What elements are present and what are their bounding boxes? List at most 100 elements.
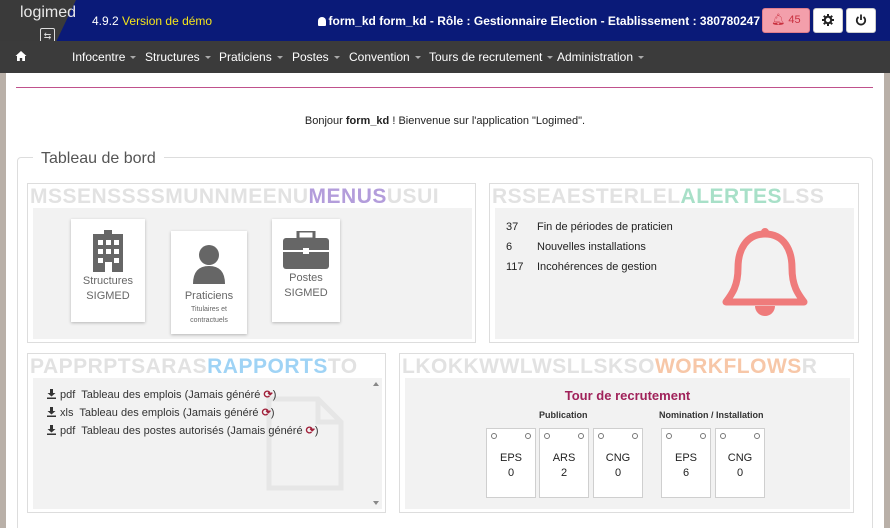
- tile-sublabel-2: contractuels: [190, 317, 228, 324]
- rapports-header: PAPPRPTSARASRAPPORTSTO: [30, 354, 384, 380]
- refresh-icon[interactable]: ⟳: [262, 407, 271, 419]
- workflow-card-label: EPS: [674, 452, 697, 464]
- menus-panel: MSSENSSSSMUNNMEENUMENUSUSUI Structures S…: [27, 183, 476, 343]
- tile-label: Postes: [289, 272, 323, 284]
- notifications-count: 45: [788, 14, 801, 26]
- rapport-label: Tableau des emplois: [81, 389, 182, 401]
- rapport-status: (Jamais généré: [182, 407, 259, 419]
- rapport-status-close: ): [314, 425, 319, 437]
- alert-row[interactable]: 6 Nouvelles installations: [506, 241, 646, 253]
- workflows-title: WORKFLOWS: [654, 355, 802, 378]
- status-dot-icon: [700, 433, 706, 439]
- logo-text: logimed: [20, 4, 77, 21]
- nav-item-label: Postes: [292, 50, 329, 64]
- welcome-message: Bonjour form_kd ! Bienvenue sur l'applic…: [0, 115, 890, 127]
- workflow-card-nomination-eps[interactable]: EPS 6: [661, 428, 711, 498]
- workflow-card-nomination-cng[interactable]: CNG 0: [715, 428, 765, 498]
- nav-item-label: Convention: [349, 50, 410, 64]
- rapport-status-close: ): [272, 389, 277, 401]
- nav-item-structures[interactable]: Structures: [145, 50, 211, 64]
- status-dot-icon: [632, 433, 638, 439]
- publication-label: Publication: [539, 410, 588, 420]
- building-icon: [93, 230, 123, 272]
- tile-sublabel: SIGMED: [86, 290, 130, 302]
- workflow-heading: Tour de recrutement: [564, 388, 691, 403]
- workflows-header: LKOKKWWLWSLLSKSOWORKFLOWSR: [402, 354, 852, 380]
- download-icon: [47, 425, 56, 435]
- dashboard-title: Tableau de bord: [33, 150, 164, 168]
- workflow-card-publication-eps[interactable]: EPS 0: [486, 428, 536, 498]
- alert-row[interactable]: 117 Incohérences de gestion: [506, 261, 657, 273]
- nav-item-praticiens[interactable]: Praticiens: [219, 50, 283, 64]
- rapports-bg-letters-after: TO: [327, 355, 358, 378]
- nav-item-postes[interactable]: Postes: [292, 50, 340, 64]
- workflow-card-publication-cng[interactable]: CNG 0: [593, 428, 643, 498]
- rapports-bg-letters: PAPPRPTSARAS: [30, 355, 208, 378]
- refresh-icon[interactable]: ⟳: [263, 389, 272, 401]
- caret-down-icon: [333, 56, 340, 60]
- rapport-row[interactable]: xls Tableau des emplois (Jamais généré ⟳…: [47, 406, 275, 419]
- alertes-title: ALERTES: [680, 185, 783, 208]
- nav-item-convention[interactable]: Convention: [349, 50, 421, 64]
- workflow-card-value: 6: [682, 467, 690, 479]
- rapport-row[interactable]: pdf Tableau des postes autorisés (Jamais…: [47, 424, 319, 437]
- alertes-bg-letters-after: LSS: [782, 185, 825, 208]
- rapports-scrollbar[interactable]: [371, 378, 381, 509]
- alert-label: Nouvelles installations: [537, 241, 646, 253]
- bell-icon: [722, 228, 808, 316]
- workflow-card-label: EPS: [499, 452, 522, 464]
- tile-sublabel: SIGMED: [284, 287, 328, 299]
- nomination-label: Nomination / Installation: [659, 410, 764, 420]
- refresh-icon[interactable]: ⟳: [306, 425, 315, 437]
- status-dot-icon: [578, 433, 584, 439]
- rapport-row[interactable]: pdf Tableau des emplois (Jamais généré ⟳…: [47, 388, 276, 401]
- workflows-bg-letters-after: R: [801, 355, 818, 378]
- caret-down-icon: [130, 56, 137, 60]
- workflow-card-value: 2: [560, 467, 568, 479]
- menus-title: MENUS: [308, 185, 387, 208]
- alert-count: 37: [506, 221, 519, 233]
- workflow-card-publication-ars[interactable]: ARS 2: [539, 428, 589, 498]
- settings-button[interactable]: [813, 8, 843, 33]
- status-dot-icon: [754, 433, 760, 439]
- caret-down-icon: [414, 56, 421, 60]
- top-header: logimed ⇆ 4.9.2 Version de démo form_kd …: [0, 0, 890, 48]
- rapports-panel: PAPPRPTSARASRAPPORTSTO pdf Tableau des e…: [27, 353, 386, 513]
- tile-label: Praticiens: [184, 290, 234, 302]
- notifications-button[interactable]: 🔔︎ 45: [762, 8, 810, 33]
- home-icon[interactable]: [15, 50, 27, 62]
- scroll-up-arrow-icon[interactable]: [373, 382, 379, 386]
- bell-icon: 🔔︎: [771, 14, 786, 26]
- logout-button[interactable]: [846, 8, 876, 33]
- download-icon: [47, 407, 56, 417]
- alert-row[interactable]: 37 Fin de périodes de praticien: [506, 221, 673, 233]
- menu-tile-praticiens[interactable]: Praticiens Titulaires et contractuels: [171, 231, 247, 334]
- alertes-header: RSSEAESTERLELALERTESLSS: [492, 184, 856, 210]
- nav-item-label: Administration: [557, 50, 634, 64]
- menu-tile-structures[interactable]: Structures SIGMED: [71, 219, 145, 322]
- alertes-panel: RSSEAESTERLELALERTESLSS 37 Fin de période…: [489, 183, 859, 343]
- caret-down-icon: [547, 56, 554, 60]
- status-dot-icon: [720, 433, 726, 439]
- nav-item-label: Tours de recrutement: [429, 50, 543, 64]
- power-icon: [855, 14, 867, 26]
- rapport-status-close: ): [270, 407, 275, 419]
- scroll-down-arrow-icon[interactable]: [373, 501, 379, 505]
- rapport-label: Tableau des emplois: [79, 407, 180, 419]
- nav-item-administration[interactable]: Administration: [557, 50, 645, 64]
- tile-sublabel: Titulaires et: [191, 306, 227, 313]
- nav-item-tours-de-recrutement[interactable]: Tours de recrutement: [429, 50, 554, 64]
- workflow-card-value: 0: [736, 467, 744, 479]
- alertes-bg-letters: RSSEAESTERLEL: [492, 185, 681, 208]
- status-dot-icon: [491, 433, 497, 439]
- menu-tile-postes[interactable]: Postes SIGMED: [272, 219, 340, 322]
- workflow-card-label: ARS: [552, 452, 576, 464]
- workflows-panel: LKOKKWWLWSLLSKSOWORKFLOWSR Tour de recru…: [399, 353, 854, 513]
- status-dot-icon: [666, 433, 672, 439]
- rapport-format: xls: [60, 407, 74, 419]
- document-watermark-icon: [266, 396, 344, 491]
- divider: [16, 87, 873, 88]
- nav-item-infocentre[interactable]: Infocentre: [72, 50, 137, 64]
- workflow-card-value: 0: [507, 467, 515, 479]
- alert-label: Incohérences de gestion: [537, 261, 657, 273]
